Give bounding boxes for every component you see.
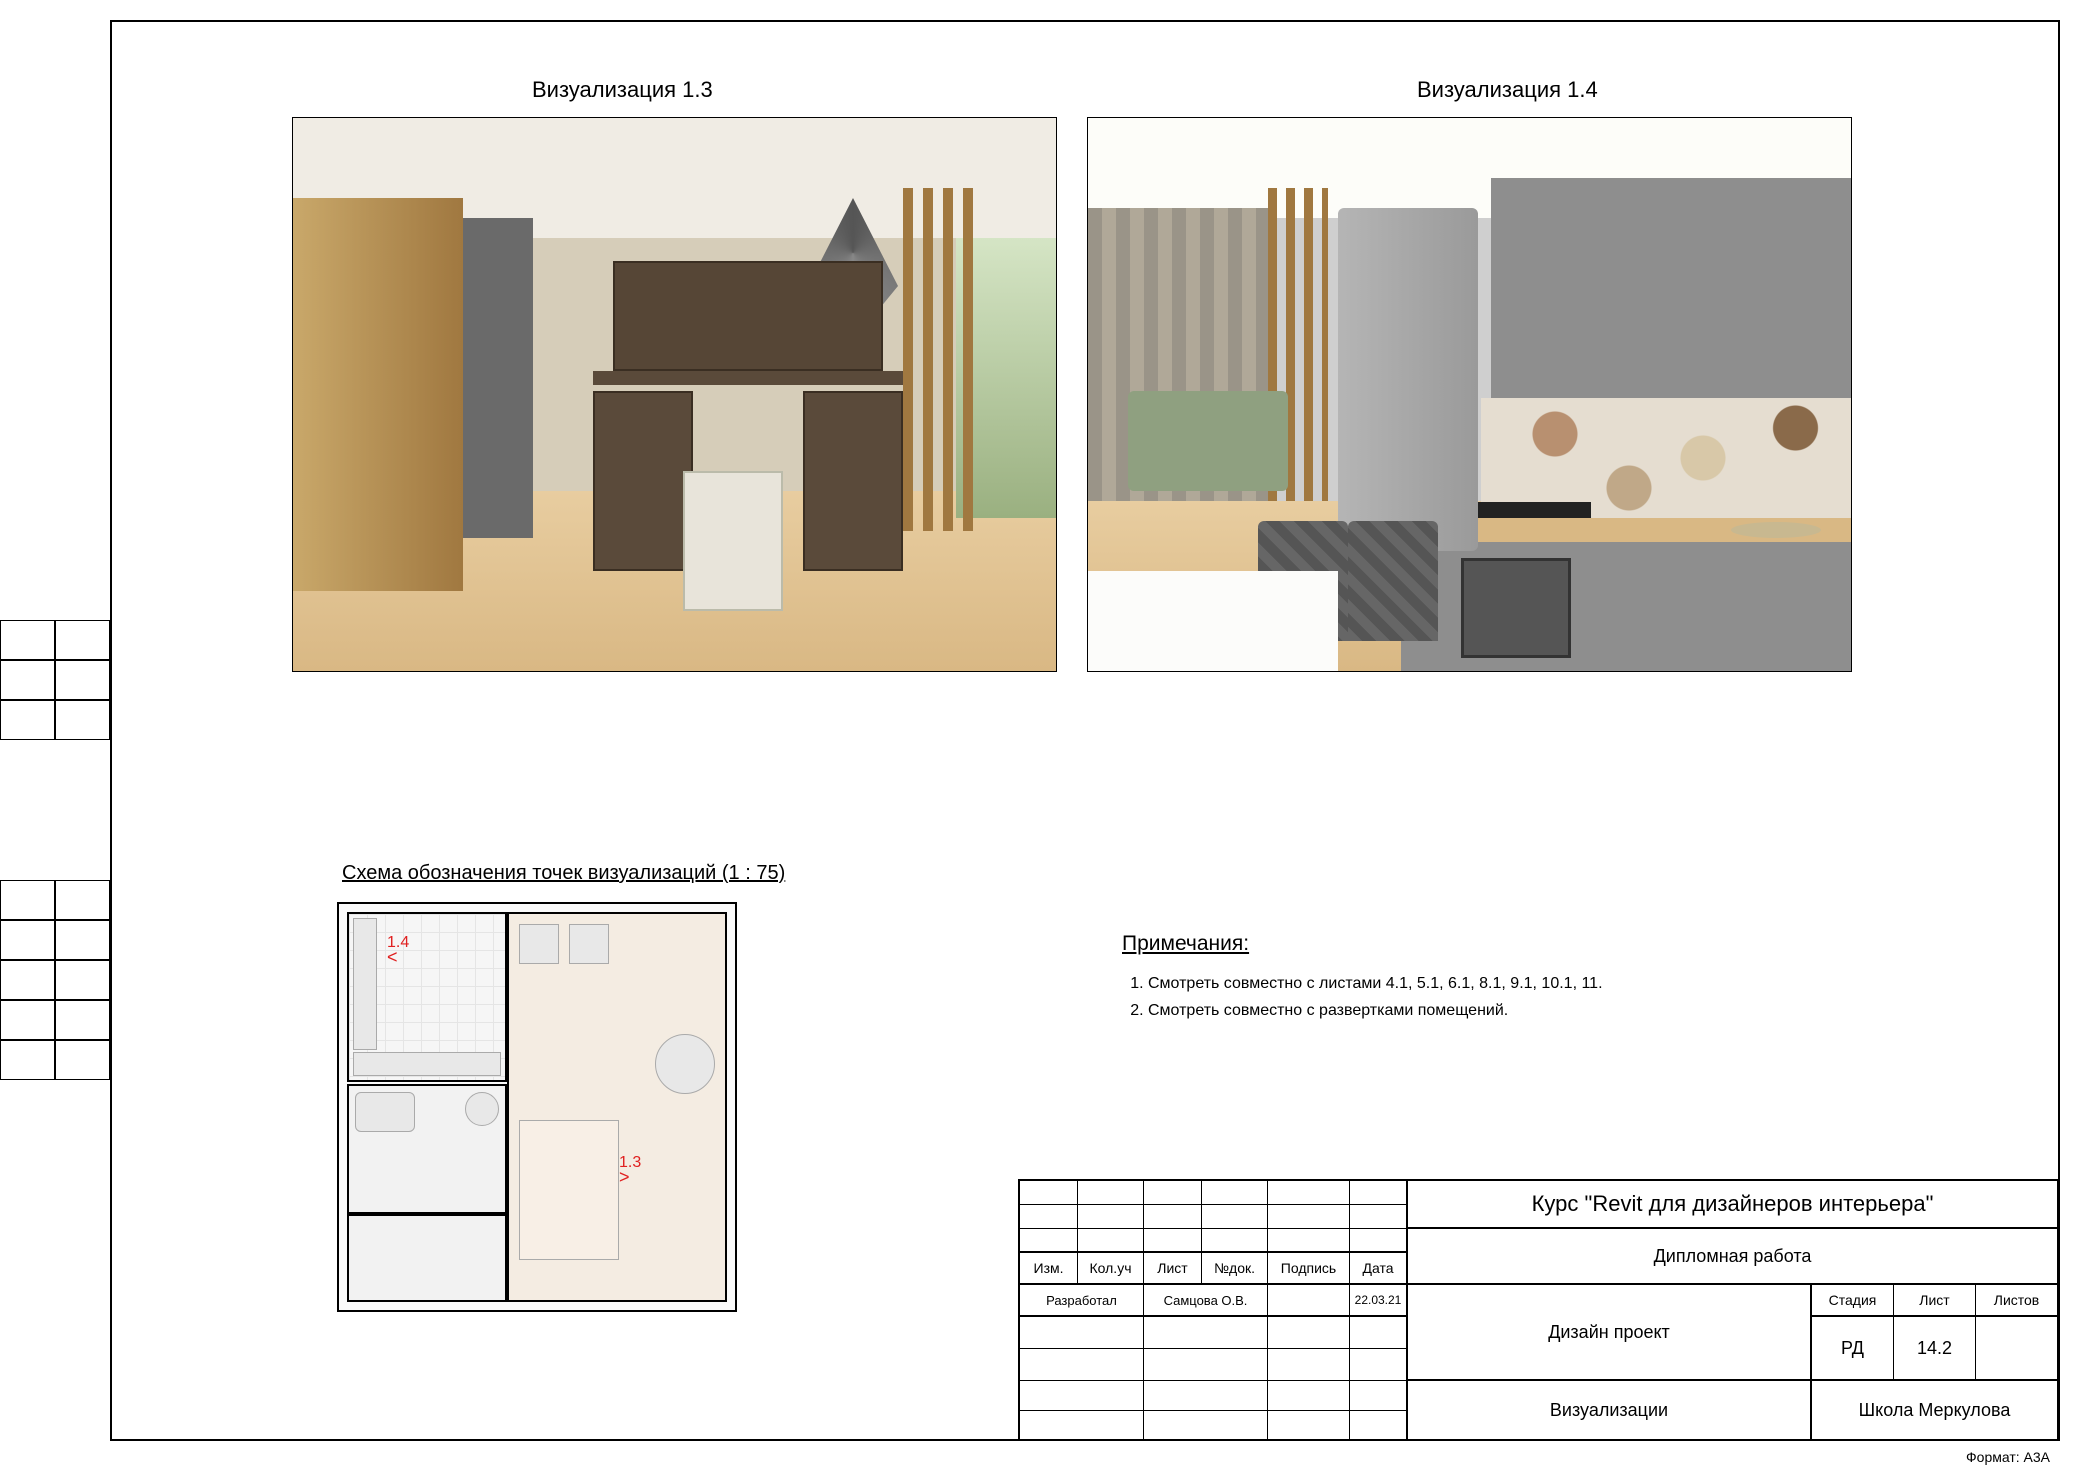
tb-hdr-izm: Изм. xyxy=(1020,1253,1078,1285)
notes: Примечания: Смотреть совместно с листами… xyxy=(1122,932,1603,1024)
tb-hdr-ndok: №док. xyxy=(1202,1253,1268,1285)
tb-razrab: Разработал xyxy=(1020,1285,1144,1317)
tb-hdr-list: Лист xyxy=(1144,1253,1202,1285)
render-image-2 xyxy=(1087,117,1852,672)
sheet-border: Визуализация 1.3 Визуализация 1.4 xyxy=(110,20,2060,1441)
note-item: Смотреть совместно с листами 4.1, 5.1, 6… xyxy=(1148,970,1603,997)
visualization-title-1: Визуализация 1.3 xyxy=(532,77,713,103)
floor-plan: 1.4< 1.3> xyxy=(337,902,737,1312)
render-image-1 xyxy=(292,117,1057,672)
tb-project-sub: Дипломная работа xyxy=(1408,1229,2058,1285)
tb-sheet-no: 14.2 xyxy=(1894,1317,1976,1381)
notes-heading: Примечания: xyxy=(1122,932,1603,956)
tb-stage: РД xyxy=(1812,1317,1894,1381)
note-item: Смотреть совместно с развертками помещен… xyxy=(1148,997,1603,1024)
tb-hdr-data: Дата xyxy=(1350,1253,1408,1285)
tb-date: 22.03.21 xyxy=(1350,1285,1408,1317)
format-label: Формат: A3A xyxy=(1966,1449,2050,1465)
tb-sheets-hdr: Листов xyxy=(1976,1285,2058,1317)
tb-hdr-podpis: Подпись xyxy=(1268,1253,1350,1285)
tb-stage-hdr: Стадия xyxy=(1812,1285,1894,1317)
tb-sheet-content: Визуализации xyxy=(1408,1381,1812,1441)
tb-sheet-hdr: Лист xyxy=(1894,1285,1976,1317)
camera-marker-1.4: 1.4< xyxy=(387,934,409,963)
tb-drawing-title: Дизайн проект xyxy=(1408,1285,1812,1381)
tb-project-title: Курс "Revit для дизайнеров интерьера" xyxy=(1408,1181,2058,1229)
tb-school: Школа Меркулова xyxy=(1812,1381,2058,1441)
title-block: Изм. Кол.уч Лист №док. Подпись Дата Разр… xyxy=(1018,1179,2058,1439)
tb-author: Самцова О.В. xyxy=(1144,1285,1268,1317)
scheme-title: Схема обозначения точек визуализаций (1 … xyxy=(342,862,785,885)
visualization-title-2: Визуализация 1.4 xyxy=(1417,77,1598,103)
tb-hdr-koluch: Кол.уч xyxy=(1078,1253,1144,1285)
camera-marker-1.3: 1.3> xyxy=(619,1154,641,1183)
